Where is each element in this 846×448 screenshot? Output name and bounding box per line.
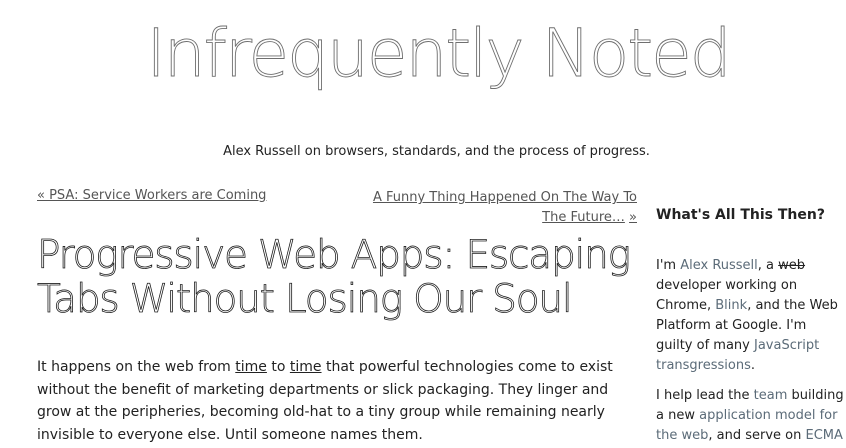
alex-russell-link[interactable]: Alex Russell [680, 258, 758, 273]
post-title[interactable]: Progressive Web Apps: Escaping Tabs With… [37, 233, 657, 322]
previous-post-link[interactable]: « PSA: Service Workers are Coming [37, 188, 266, 203]
sidebar-heading: What's All This Then? [656, 207, 825, 223]
javascript-link[interactable]: JavaScript [754, 338, 819, 353]
next-post-link[interactable]: A Funny Thing Happened On The Way To The… [347, 188, 637, 228]
site-title[interactable]: Infrequently Noted [0, 14, 846, 94]
post-text: to [266, 359, 290, 375]
time-link-1[interactable]: time [235, 359, 267, 375]
team-text: , and serve on [708, 428, 806, 443]
about-text: . [750, 358, 755, 373]
team-text: I help lead the [656, 388, 754, 403]
next-post-link-label[interactable]: A Funny Thing Happened On The Way To The… [373, 190, 637, 225]
transgressions-link[interactable]: transgressions [656, 358, 751, 373]
time-link-2[interactable]: time [290, 359, 322, 375]
struck-web-text: web [778, 258, 806, 273]
site-tagline: Alex Russell on browsers, standards, and… [223, 144, 650, 159]
sidebar: What's All This Then? I'm Alex Russell, … [656, 200, 846, 443]
about-paragraph: I'm Alex Russell, a web developer workin… [656, 256, 846, 376]
ecma-link[interactable]: ECMA [805, 428, 842, 443]
post-intro-paragraph: It happens on the web from time to time … [37, 356, 625, 446]
team-link[interactable]: team [754, 388, 788, 403]
about-text: I'm [656, 258, 681, 273]
post-text: It happens on the web from [37, 359, 236, 375]
next-arrow[interactable]: » [629, 210, 637, 225]
about-text: , a [757, 258, 779, 273]
team-paragraph: I help lead the team building a new appl… [656, 386, 846, 446]
blink-link[interactable]: Blink [715, 298, 747, 313]
